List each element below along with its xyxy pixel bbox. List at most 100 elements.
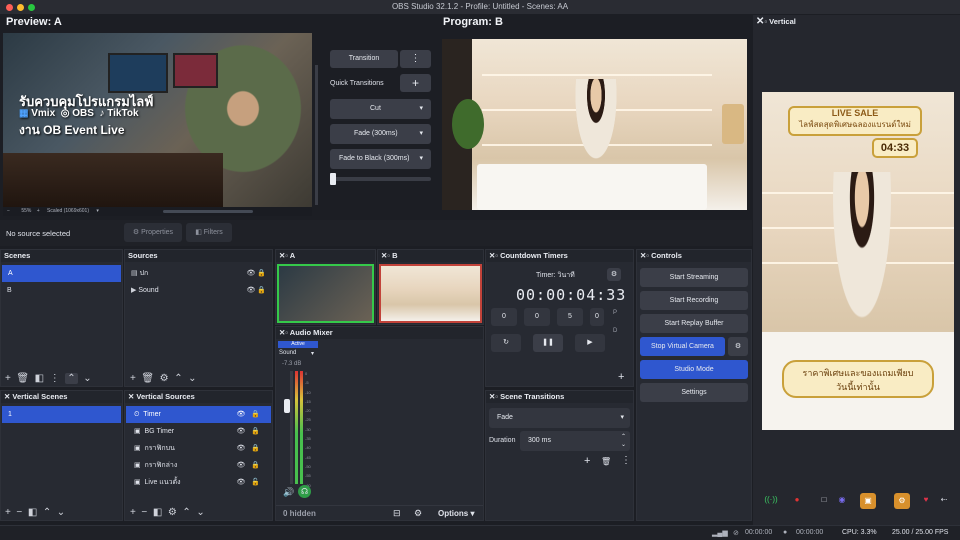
float-dock-icon[interactable]: ▫ xyxy=(646,250,649,262)
quick-transition-fade[interactable]: Fade (300ms) ▾ xyxy=(330,124,431,144)
lock-icon[interactable]: 🔒 xyxy=(251,411,260,418)
add-quick-transition-button[interactable]: + xyxy=(400,74,431,92)
quick-transition-fade-black[interactable]: Fade to Black (300ms) ▾ xyxy=(330,149,431,169)
heart-icon[interactable]: ♥ xyxy=(920,495,932,504)
trash-icon[interactable]: 🗑 xyxy=(16,373,29,384)
lock-icon[interactable]: 🔒 xyxy=(257,270,266,277)
volume-slider-handle[interactable] xyxy=(284,399,290,413)
ms-field[interactable]: 0 xyxy=(590,308,604,326)
chevron-up-icon[interactable]: ⌃ xyxy=(174,373,182,384)
options-button[interactable]: Options ▾ xyxy=(438,509,474,518)
eye-icon[interactable]: 👁 xyxy=(237,445,246,452)
add-icon[interactable]: + xyxy=(130,373,136,384)
scene-item[interactable]: A xyxy=(2,265,121,282)
filters-button[interactable]: ◧ Filters xyxy=(186,223,232,242)
chevron-down-icon[interactable]: ⌄ xyxy=(188,373,196,384)
vertical-scene-item[interactable]: 1 xyxy=(2,406,121,423)
lock-icon[interactable]: 🔒 xyxy=(251,445,260,452)
zoom-out-button[interactable]: − xyxy=(7,208,10,214)
chevron-down-icon[interactable]: ⌄ xyxy=(83,373,91,384)
virtual-camera-icon[interactable]: ◉ xyxy=(836,495,848,504)
chevron-down-icon[interactable]: ⌄ xyxy=(196,507,204,518)
chevron-up-icon[interactable]: ⌃ xyxy=(182,507,190,518)
checkbox-icon[interactable]: □ xyxy=(818,495,830,504)
properties-button[interactable]: ⚙ Properties xyxy=(124,223,182,242)
lock-icon[interactable]: 🔓 xyxy=(251,479,260,486)
headphones-icon[interactable]: ☊ xyxy=(298,485,311,498)
eye-icon[interactable]: 👁 xyxy=(246,287,255,294)
advanced-audio-icon[interactable]: ⚙ xyxy=(414,508,422,519)
start-recording-button[interactable]: Start Recording xyxy=(640,291,748,310)
eye-icon[interactable]: 👁 xyxy=(237,479,246,486)
seconds-field[interactable]: 5 xyxy=(557,308,583,326)
minutes-field[interactable]: 0 xyxy=(524,308,550,326)
chevron-up-icon[interactable]: ⌃ xyxy=(43,507,51,518)
eye-icon[interactable]: 👁 xyxy=(246,270,255,277)
settings-button[interactable]: Settings xyxy=(640,383,748,402)
close-window-button[interactable] xyxy=(6,4,13,11)
studio-mode-icon[interactable]: ▣ xyxy=(860,493,876,509)
float-dock-icon[interactable]: ▫ xyxy=(764,15,767,29)
vertical-source-item[interactable]: ▣ BG Timer 👁 🔒 xyxy=(125,423,272,440)
add-icon[interactable]: + xyxy=(5,507,11,518)
gear-icon[interactable]: ⚙ xyxy=(168,507,177,518)
chevron-up-icon[interactable]: ⌃ xyxy=(65,373,78,384)
stream-icon[interactable]: ((·)) xyxy=(764,495,778,504)
t-bar-handle[interactable] xyxy=(330,173,336,185)
close-dock-icon[interactable]: ✕ xyxy=(4,392,10,401)
source-item[interactable]: ▤ ปก 👁 🔒 xyxy=(125,265,272,282)
eye-icon[interactable]: 👁 xyxy=(237,462,246,469)
share-icon[interactable]: ⇠ xyxy=(938,495,950,504)
ellipsis-icon[interactable]: ⋮ xyxy=(50,373,60,384)
close-dock-icon[interactable]: ✕ xyxy=(756,16,764,27)
transition-select[interactable]: Fade ▾ xyxy=(489,408,630,428)
eye-icon[interactable]: 👁 xyxy=(237,411,246,418)
more-icon[interactable]: ⋮ xyxy=(621,455,631,466)
add-icon[interactable]: + xyxy=(5,373,11,384)
close-dock-icon[interactable]: ✕ xyxy=(128,392,134,401)
trash-icon[interactable]: 🗑 xyxy=(601,457,611,466)
transition-button[interactable]: Transition xyxy=(330,50,398,68)
duration-field[interactable]: 300 ms ⌃ ⌄ xyxy=(520,431,630,451)
gear-icon[interactable]: ⚙ xyxy=(728,337,748,356)
zoom-in-button[interactable]: + xyxy=(37,208,40,214)
zoom-window-button[interactable] xyxy=(28,4,35,11)
source-item[interactable]: ▶ Sound 👁 🔒 xyxy=(125,282,272,299)
chevron-down-icon[interactable]: ▾ xyxy=(311,350,314,357)
eye-icon[interactable]: 👁 xyxy=(237,428,246,435)
stop-virtual-camera-button[interactable]: Stop Virtual Camera xyxy=(640,337,725,356)
multiview-b-thumb[interactable] xyxy=(379,264,482,323)
lock-icon[interactable]: 🔒 xyxy=(257,287,266,294)
float-dock-icon[interactable]: ▫ xyxy=(285,250,288,262)
chevron-down-icon[interactable]: ⌄ xyxy=(57,507,65,518)
add-icon[interactable]: + xyxy=(618,371,624,383)
lock-icon[interactable]: 🔒 xyxy=(251,462,260,469)
speaker-icon[interactable]: 🔊 xyxy=(283,487,294,498)
gear-icon[interactable]: ⚙ xyxy=(160,373,169,384)
minus-icon[interactable]: − xyxy=(141,507,147,518)
filter-icon[interactable]: ◧ xyxy=(28,507,37,518)
layout-icon[interactable]: ⊟ xyxy=(393,508,401,519)
record-icon[interactable]: ● xyxy=(790,495,804,504)
quick-transition-cut[interactable]: Cut ▾ xyxy=(330,99,431,119)
vertical-source-item[interactable]: ▣ กราฟิกบน 👁 🔒 xyxy=(125,440,272,457)
float-dock-icon[interactable]: ▫ xyxy=(495,391,498,403)
start-replay-buffer-button[interactable]: Start Replay Buffer xyxy=(640,314,748,333)
volume-slider-track[interactable] xyxy=(290,371,293,484)
vertical-source-item[interactable]: ▣ กราฟิกล่าง 👁 🔒 xyxy=(125,457,272,474)
gear-icon[interactable]: ⚙ xyxy=(607,268,621,281)
preview-vscrollbar[interactable] xyxy=(315,65,318,205)
minus-icon[interactable]: − xyxy=(16,507,22,518)
pause-icon[interactable]: ❚❚ xyxy=(533,334,563,352)
float-dock-icon[interactable]: ▫ xyxy=(387,250,390,262)
preview-scrollbar[interactable] xyxy=(163,210,253,213)
t-bar[interactable] xyxy=(330,177,431,181)
play-icon[interactable]: ▶ xyxy=(575,334,605,352)
filter-icon[interactable]: ◧ xyxy=(35,373,44,384)
minimize-window-button[interactable] xyxy=(17,4,24,11)
multiview-a-thumb[interactable] xyxy=(277,264,374,323)
trash-icon[interactable]: 🗑 xyxy=(141,373,154,384)
vertical-source-item[interactable]: ⏲ Timer 👁 🔒 xyxy=(126,406,271,423)
chevron-down-icon[interactable]: ▾ xyxy=(96,208,99,214)
vertical-source-item[interactable]: ▣ Live แนวตั้ง 👁 🔓 xyxy=(125,474,272,491)
